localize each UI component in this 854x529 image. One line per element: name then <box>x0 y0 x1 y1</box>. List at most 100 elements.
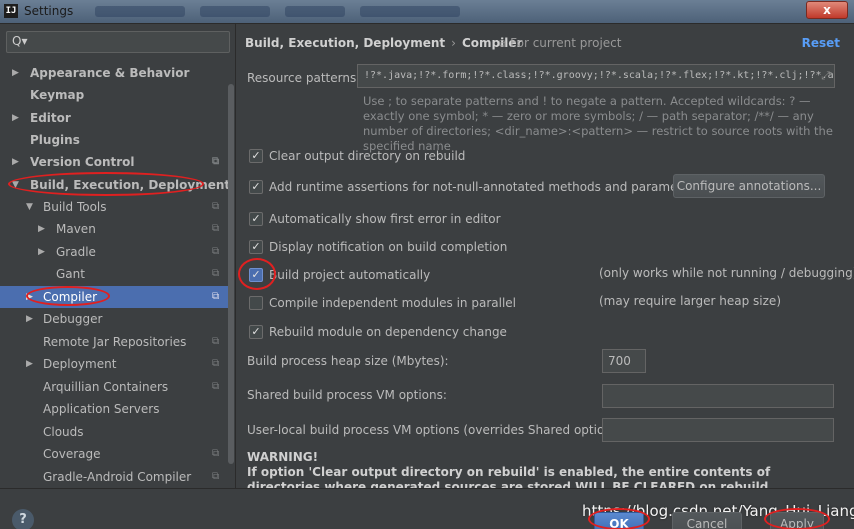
settings-sidebar: Q▾ ▶ Appearance & Behavior Keymap ▶ Edit… <box>0 24 236 488</box>
sidebar-item-label: Version Control <box>30 155 135 169</box>
clear-output-checkbox[interactable]: ✓ <box>249 148 263 163</box>
sidebar-item-gant[interactable]: Gant ⧉ <box>0 263 228 285</box>
help-icon[interactable]: ? <box>12 509 34 529</box>
sidebar-item-build-tools[interactable]: ▼ Build Tools ⧉ <box>0 196 228 218</box>
project-scope-icon: ⧉ <box>212 291 220 302</box>
annotation-oval <box>238 258 276 290</box>
sidebar-item-plugins[interactable]: Plugins <box>0 129 228 151</box>
chevron-right-icon: ▶ <box>26 359 33 369</box>
settings-search-input[interactable]: Q▾ <box>6 31 230 53</box>
heap-size-input[interactable]: 700 <box>602 349 646 373</box>
annotation-oval <box>26 286 110 306</box>
configure-annotations-button[interactable]: Configure annotations... <box>673 174 825 198</box>
sidebar-item-label: Arquillian Containers <box>43 380 169 394</box>
sidebar-item-editor[interactable]: ▶ Editor <box>0 107 228 129</box>
user-vm-options-input[interactable] <box>602 418 834 442</box>
resource-patterns-help: Use ; to separate patterns and ! to nega… <box>363 94 833 153</box>
blurred-tab <box>200 6 270 17</box>
compiler-settings-panel: Build, Execution, Deployment › Compiler ⧉ F… <box>237 24 854 494</box>
project-scope-icon: ⧉ <box>212 381 220 392</box>
project-scope-icon: ⧉ <box>212 201 220 212</box>
parallel-compile-checkbox[interactable] <box>249 295 263 310</box>
reset-link[interactable]: Reset <box>802 36 840 50</box>
parallel-compile-checkbox-row[interactable]: Compile independent modules in parallel <box>249 293 516 313</box>
sidebar-item-arquillian-containers[interactable]: Arquillian Containers ⧉ <box>0 376 228 398</box>
blurred-tab <box>285 6 345 17</box>
sidebar-item-label: Gradle-Android Compiler <box>43 470 192 484</box>
build-notification-checkbox[interactable]: ✓ <box>249 239 263 254</box>
dialog-footer: ? https://blog.csdn.net/Yang_Hui_Liang O… <box>0 488 854 529</box>
sidebar-item-maven[interactable]: ▶ Maven ⧉ <box>0 218 228 240</box>
checkbox-label: Add runtime assertions for not-null-anno… <box>269 179 701 194</box>
shared-vm-options-label: Shared build process VM options: <box>247 388 447 402</box>
sidebar-item-keymap[interactable]: Keymap <box>0 84 228 106</box>
show-first-error-checkbox-row[interactable]: ✓ Automatically show first error in edito… <box>249 209 501 229</box>
sidebar-item-label: Editor <box>30 111 71 125</box>
sidebar-item-label: Application Servers <box>43 402 160 416</box>
blurred-tab <box>360 6 460 17</box>
sidebar-item-remote-jar-repositories[interactable]: Remote Jar Repositories ⧉ <box>0 331 228 353</box>
project-scope-icon: ⧉ <box>212 268 220 279</box>
clear-output-checkbox-row[interactable]: ✓ Clear output directory on rebuild <box>249 146 465 166</box>
chevron-down-icon: ▼ <box>26 202 33 212</box>
window-title: Settings <box>24 4 74 18</box>
sidebar-item-application-servers[interactable]: Application Servers <box>0 398 228 420</box>
breadcrumb-separator: › <box>451 36 456 50</box>
sidebar-item-label: Remote Jar Repositories <box>43 335 187 349</box>
project-scope-icon: ⧉ <box>212 223 220 234</box>
sidebar-item-label: Gant <box>56 267 85 281</box>
checkbox-label: Build project automatically <box>269 267 431 282</box>
sidebar-item-label: Clouds <box>43 425 84 439</box>
resource-patterns-input[interactable]: !?*.java;!?*.form;!?*.class;!?*.groovy;!… <box>357 64 835 88</box>
blurred-tab <box>95 6 185 17</box>
project-scope-icon: ⧉ <box>212 246 220 257</box>
sidebar-item-label: Coverage <box>43 447 101 461</box>
sidebar-item-coverage[interactable]: Coverage ⧉ <box>0 443 228 465</box>
chevron-right-icon: ▶ <box>38 247 45 257</box>
rebuild-on-dependency-checkbox-row[interactable]: ✓ Rebuild module on dependency change <box>249 322 507 342</box>
project-scope-icon: ⧉ <box>212 448 220 459</box>
chevron-right-icon: ▶ <box>12 157 19 167</box>
parallel-compile-note: (may require larger heap size) <box>599 294 781 308</box>
breadcrumb-parent[interactable]: Build, Execution, Deployment <box>245 36 445 50</box>
sidebar-item-label: Deployment <box>43 357 117 371</box>
project-scope-icon: ⧉ <box>212 471 220 482</box>
build-automatically-checkbox-row[interactable]: ✓ Build project automatically <box>249 265 430 285</box>
window-titlebar: IJ Settings x <box>0 0 854 24</box>
chevron-right-icon: ▶ <box>12 113 19 123</box>
sidebar-item-gradle[interactable]: ▶ Gradle ⧉ <box>0 241 228 263</box>
window-close-button[interactable]: x <box>806 1 848 19</box>
rebuild-on-dependency-checkbox[interactable]: ✓ <box>249 324 263 339</box>
checkbox-label: Rebuild module on dependency change <box>269 324 507 339</box>
cancel-button[interactable]: Cancel <box>672 512 742 529</box>
project-scope-icon: ⧉ <box>212 358 220 369</box>
expand-icon[interactable]: ⤢ <box>821 65 830 87</box>
sidebar-item-version-control[interactable]: ▶ Version Control ⧉ <box>0 151 228 173</box>
chevron-right-icon: ▶ <box>38 224 45 234</box>
sidebar-item-label: Build Tools <box>43 200 107 214</box>
build-automatically-note: (only works while not running / debuggin… <box>599 266 854 280</box>
sidebar-item-debugger[interactable]: ▶ Debugger <box>0 308 228 330</box>
sidebar-item-gradle-android-compiler[interactable]: Gradle-Android Compiler ⧉ <box>0 466 228 488</box>
build-notification-checkbox-row[interactable]: ✓ Display notification on build completio… <box>249 237 507 257</box>
runtime-assertions-checkbox-row[interactable]: ✓ Add runtime assertions for not-null-ann… <box>249 177 701 197</box>
sidebar-item-label: Gradle <box>56 245 96 259</box>
breadcrumb: Build, Execution, Deployment › Compiler <box>245 36 522 50</box>
shared-vm-options-input[interactable] <box>602 384 834 408</box>
search-icon: Q▾ <box>12 34 28 48</box>
checkbox-label: Display notification on build completion <box>269 239 508 254</box>
sidebar-item-appearance-behavior[interactable]: ▶ Appearance & Behavior <box>0 62 228 84</box>
warning-title: WARNING! <box>247 450 319 464</box>
project-scope-icon: ⧉ <box>212 156 220 167</box>
runtime-assertions-checkbox[interactable]: ✓ <box>249 179 263 194</box>
sidebar-item-clouds[interactable]: Clouds <box>0 421 228 443</box>
show-first-error-checkbox[interactable]: ✓ <box>249 211 263 226</box>
sidebar-scrollbar[interactable] <box>228 84 234 464</box>
sidebar-item-label: Keymap <box>30 88 85 102</box>
sidebar-item-deployment[interactable]: ▶ Deployment ⧉ <box>0 353 228 375</box>
sidebar-item-label: Appearance & Behavior <box>30 66 190 80</box>
sidebar-item-label: Maven <box>56 222 96 236</box>
project-scope-icon: ⧉ <box>499 39 507 50</box>
project-scope-icon: ⧉ <box>212 336 220 347</box>
sidebar-item-label: Debugger <box>43 312 103 326</box>
